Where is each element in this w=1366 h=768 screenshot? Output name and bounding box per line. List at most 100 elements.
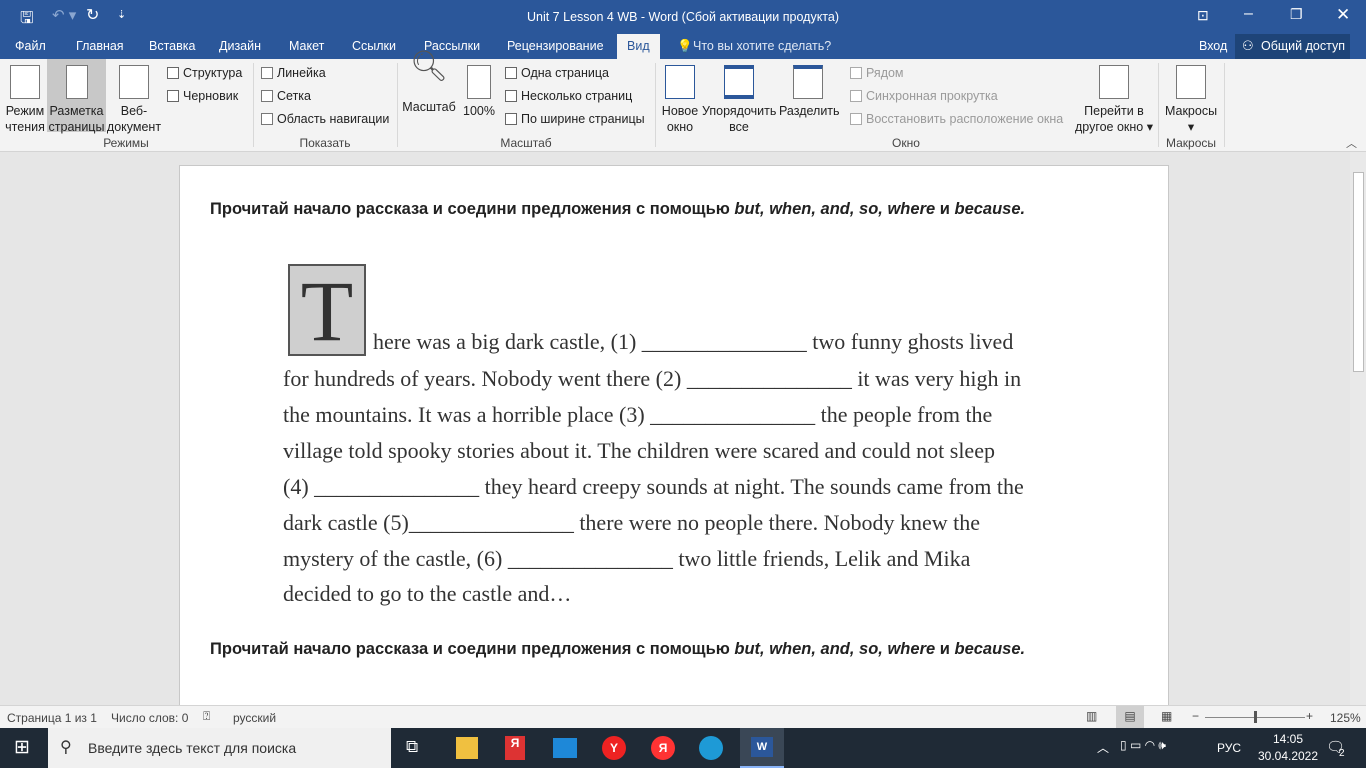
arrange-icon	[724, 65, 754, 99]
yandex-icon[interactable]: Я	[651, 736, 675, 760]
magnifier-icon: 🔍︎	[409, 50, 449, 83]
zoom-out-icon[interactable]: −	[1192, 709, 1199, 723]
web-layout-icon[interactable]: ▦	[1161, 709, 1172, 723]
text-line: village told spooky stories about it. Th…	[283, 438, 995, 463]
split-button[interactable]: Разделить	[779, 59, 840, 119]
gridlines-checkbox[interactable]: Сетка	[261, 89, 311, 103]
edge-icon[interactable]	[699, 736, 723, 760]
word-count[interactable]: Число слов: 0	[111, 711, 188, 725]
exercise-heading-repeat: Прочитай начало рассказа и соедини предл…	[210, 640, 1026, 658]
tell-me-input[interactable]: Что вы хотите сделать?	[693, 39, 831, 53]
text-line: the mountains. It was a horrible place (…	[283, 402, 993, 427]
mail-icon[interactable]	[553, 738, 577, 758]
divider	[253, 63, 254, 147]
tab-layout[interactable]: Макет	[289, 39, 324, 53]
zoom-in-icon[interactable]: +	[1306, 709, 1313, 723]
book-icon	[10, 65, 40, 99]
yandex-app-icon[interactable]: Я	[505, 736, 525, 760]
title-bar: 🖫 ↶ ▾ ↻ ⇣ Unit 7 Lesson 4 WB - Word (Сбо…	[0, 0, 1366, 34]
split-icon	[793, 65, 823, 99]
ribbon-display-icon[interactable]: ⊡	[1197, 7, 1209, 24]
text-line: dark castle (5)_______________ there wer…	[283, 510, 981, 535]
scroll-thumb[interactable]	[1353, 172, 1364, 372]
navigation-pane-checkbox[interactable]: Область навигации	[261, 112, 389, 126]
read-mode-icon[interactable]: ▥	[1086, 709, 1097, 723]
zoom-slider-thumb[interactable]	[1254, 711, 1257, 723]
group-label-macros: Макросы	[1165, 136, 1217, 150]
person-add-icon: ⚇	[1242, 38, 1254, 53]
tab-file[interactable]: Файл	[15, 39, 46, 53]
ribbon-tabs: Файл Главная Вставка Дизайн Макет Ссылки…	[0, 34, 1366, 59]
tab-insert[interactable]: Вставка	[149, 39, 195, 53]
outline-button[interactable]: Структура	[167, 66, 242, 80]
reset-window-button[interactable]: Восстановить расположение окна	[850, 112, 1063, 126]
minimize-icon[interactable]: –	[1244, 5, 1253, 23]
multiple-pages-button[interactable]: Несколько страниц	[505, 89, 632, 103]
macros-icon	[1176, 65, 1206, 99]
macros-button[interactable]: Макросы ▾	[1162, 59, 1220, 135]
restore-icon[interactable]: ❐	[1290, 6, 1303, 23]
side-by-side-button[interactable]: Рядом	[850, 66, 904, 80]
text-line: for hundreds of years. Nobody went there…	[283, 366, 1022, 391]
switch-windows-button[interactable]: Перейти в другое окно ▾	[1072, 59, 1156, 135]
tab-references[interactable]: Ссылки	[352, 39, 396, 53]
sync-scroll-button[interactable]: Синхронная прокрутка	[850, 89, 998, 103]
new-window-icon	[665, 65, 695, 99]
new-window-button[interactable]: Новое окно	[659, 59, 701, 135]
status-bar: Страница 1 из 1 Число слов: 0 ⍰ русский …	[0, 705, 1366, 728]
text-line: (4) _______________ they heard creepy so…	[283, 474, 1024, 499]
task-view-icon[interactable]: ⧉	[406, 737, 418, 757]
clock-time[interactable]: 14:05	[1263, 732, 1313, 746]
zoom-level[interactable]: 125%	[1330, 711, 1361, 725]
outline-icon	[167, 67, 179, 79]
tab-design[interactable]: Дизайн	[219, 39, 261, 53]
drop-cap-letter: T	[288, 264, 366, 356]
exercise-heading: Прочитай начало рассказа и соедини предл…	[210, 200, 1026, 218]
page-count[interactable]: Страница 1 из 1	[7, 711, 97, 725]
one-page-button[interactable]: Одна страница	[505, 66, 609, 80]
ruler-checkbox[interactable]: Линейка	[261, 66, 326, 80]
divider	[397, 63, 398, 147]
group-label-show: Показать	[299, 136, 351, 150]
share-button[interactable]: ⚇ Общий доступ	[1235, 34, 1350, 59]
notification-count: 2	[1339, 748, 1345, 759]
window-title: Unit 7 Lesson 4 WB - Word (Сбой активаци…	[526, 10, 839, 24]
close-icon[interactable]: ✕	[1336, 5, 1350, 25]
zoom-100-button[interactable]: 100%	[461, 59, 497, 119]
document-page[interactable]: Прочитай начало рассказа и соедини предл…	[179, 165, 1169, 725]
read-mode-button[interactable]: Режим чтения	[2, 59, 48, 135]
web-layout-button[interactable]: Веб-документ	[106, 59, 162, 135]
language[interactable]: русский	[233, 711, 276, 725]
print-layout-icon[interactable]: ▤	[1116, 706, 1144, 728]
clock-date[interactable]: 30.04.2022	[1256, 749, 1320, 763]
word-taskbar-button[interactable]: W	[740, 728, 784, 768]
arrange-all-button[interactable]: Упорядочить все	[702, 59, 776, 135]
lightbulb-icon: 💡	[677, 39, 693, 53]
vertical-scrollbar[interactable]	[1350, 152, 1366, 705]
show-hidden-icons[interactable]: ︿	[1097, 739, 1109, 756]
yandex-browser-icon[interactable]: Y	[602, 736, 626, 760]
search-icon: ⚲	[60, 739, 72, 756]
text-line: here was a big dark castle, (1) ________…	[373, 329, 1014, 354]
page-icon	[65, 65, 88, 99]
zoom-button[interactable]: 🔍︎ Масштаб	[401, 50, 457, 115]
page-width-button[interactable]: По ширине страницы	[505, 112, 645, 126]
tab-view[interactable]: Вид	[617, 34, 660, 59]
collapse-ribbon-icon[interactable]: ︿	[1346, 135, 1357, 151]
web-page-icon	[119, 65, 149, 99]
divider	[655, 63, 656, 147]
print-layout-button[interactable]: Разметка страницы	[47, 59, 106, 134]
ribbon: Режим чтения Разметка страницы Веб-докум…	[0, 50, 1366, 152]
taskbar-search-input[interactable]: ⚲ Введите здесь текст для поиска	[48, 728, 391, 768]
draft-icon	[167, 90, 179, 102]
draft-button[interactable]: Черновик	[167, 89, 238, 103]
group-label-zoom: Масштаб	[500, 136, 552, 150]
input-language[interactable]: РУС	[1217, 741, 1241, 755]
proofing-icon[interactable]: ⍰	[203, 709, 210, 724]
tab-review[interactable]: Рецензирование	[507, 39, 604, 53]
windows-start-icon[interactable]: ⊞	[14, 736, 30, 759]
system-tray-icons[interactable]: ▯ ▭ ◠ 🕪︎	[1120, 738, 1166, 753]
file-explorer-icon[interactable]	[456, 737, 478, 759]
tab-home[interactable]: Главная	[76, 39, 124, 53]
sign-in-link[interactable]: Вход	[1199, 39, 1227, 53]
